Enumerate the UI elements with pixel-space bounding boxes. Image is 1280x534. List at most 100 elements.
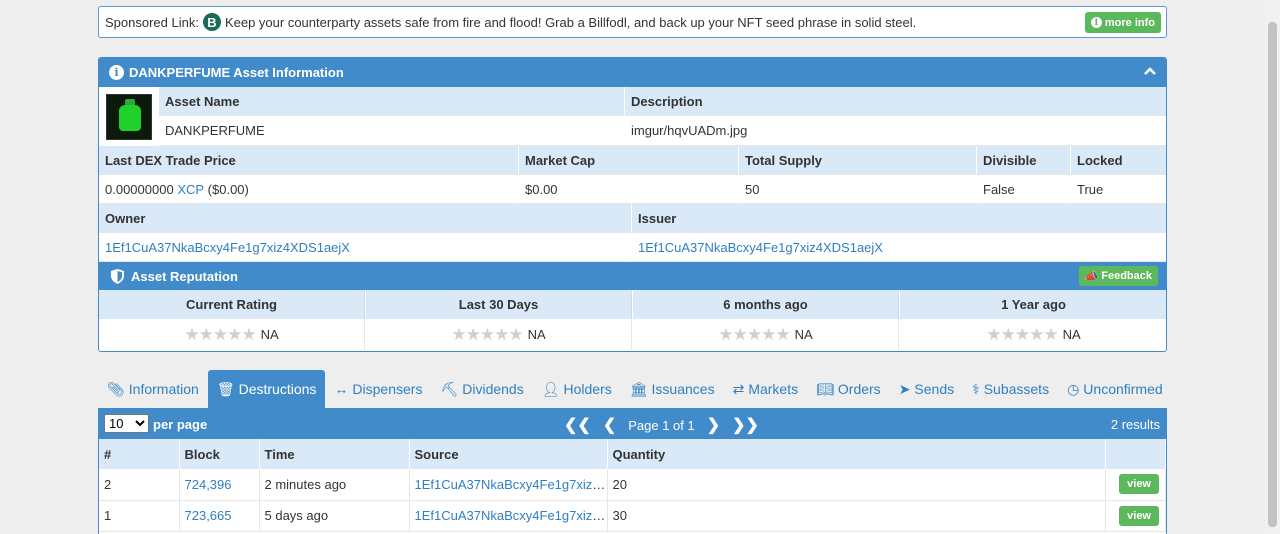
owner-address-link[interactable]: 1Ef1CuA37NkaBcxy4Fe1g7xiz4XDS1aejX <box>105 240 350 255</box>
per-page-label: per page <box>153 417 208 432</box>
locked-label: Locked <box>1071 146 1166 175</box>
market-cap-value: $0.00 <box>519 175 739 204</box>
rating-column-label: Last 30 Days <box>366 290 632 319</box>
feedback-button[interactable]: 📣 Feedback <box>1078 266 1158 286</box>
tab-dividends[interactable]: ⛏︎ Dividends <box>431 370 532 408</box>
tab-label: Issuances <box>651 381 715 397</box>
rating-column: Current Rating ★★★★★ NA <box>99 290 366 350</box>
arrows-horizontal-icon: ↔ <box>334 381 349 397</box>
next-page-icon[interactable]: ❯ <box>707 415 720 435</box>
paperclip-icon: 📎︎ <box>107 380 125 397</box>
page-indicator: Page 1 of 1 <box>628 417 695 433</box>
col-header-quantity: Quantity <box>607 439 1106 469</box>
rating-value: NA <box>527 327 546 342</box>
rating-column: 6 months ago ★★★★★ NA <box>633 290 900 350</box>
view-button[interactable]: view <box>1119 505 1159 526</box>
destructions-panel: 10 per page ❮❮ ❮ Page 1 of 1 ❯ ❯❯ 2 resu… <box>98 408 1167 534</box>
bank-icon: 🏛︎ <box>629 380 648 397</box>
tab-holders[interactable]: 👤︎ Holders <box>533 370 621 408</box>
asset-panel-title: DANKPERFUME Asset Information <box>129 65 344 80</box>
col-header-source: Source <box>409 439 608 469</box>
total-supply-value: 50 <box>739 175 977 204</box>
tab-destructions[interactable]: 🗑︎ Destructions <box>207 370 326 408</box>
row-quantity: 20 <box>607 469 1106 501</box>
per-page-select[interactable]: 10 <box>104 414 149 433</box>
source-address-link[interactable]: 1Ef1CuA37NkaBcxy4Fe1g7xiz4XDS1aejX <box>415 477 607 492</box>
tab-sends[interactable]: ➤ Sends <box>890 370 963 408</box>
row-number: 2 <box>99 469 180 501</box>
block-link[interactable]: 724,396 <box>185 477 232 492</box>
tab-label: Destructions <box>238 381 317 397</box>
destructions-table: # Block Time Source Quantity 2 724,396 2… <box>99 439 1166 532</box>
row-quantity: 30 <box>607 500 1106 532</box>
table-row: 2 724,396 2 minutes ago 1Ef1CuA37NkaBcxy… <box>99 469 1166 501</box>
rating-column-label: 1 Year ago <box>900 290 1166 319</box>
results-count: 2 results <box>1110 417 1160 432</box>
tab-issuances[interactable]: 🏛︎ Issuances <box>621 370 724 408</box>
tab-unconfirmed[interactable]: ◷︎ Unconfirmed <box>1058 370 1172 408</box>
rating-column-label: Current Rating <box>99 290 365 319</box>
rating-value: NA <box>794 327 813 342</box>
shield-icon <box>111 268 124 284</box>
tab-label: Information <box>128 381 199 397</box>
asset-name-value: DANKPERFUME <box>159 116 625 146</box>
rating-column-label: 6 months ago <box>633 290 899 319</box>
prev-page-icon[interactable]: ❮ <box>603 415 616 435</box>
asset-thumbnail[interactable] <box>106 94 152 140</box>
scrollbar-thumb[interactable] <box>1268 22 1277 527</box>
star-rating-icon: ★★★★★ <box>986 324 1058 344</box>
divisible-value: False <box>977 175 1071 204</box>
tab-label: Unconfirmed <box>1083 381 1163 397</box>
rating-value: NA <box>1062 327 1081 342</box>
asset-panel-header: i DANKPERFUME Asset Information <box>99 58 1166 87</box>
exchange-icon: ⇄ <box>732 380 745 397</box>
info-icon: i <box>109 65 124 80</box>
first-page-icon[interactable]: ❮❮ <box>564 415 591 435</box>
block-link[interactable]: 723,665 <box>185 508 232 523</box>
tab-markets[interactable]: ⇄ Markets <box>724 370 808 408</box>
book-icon: 📖︎ <box>816 380 834 397</box>
tab-orders[interactable]: 📖︎ Orders <box>807 370 890 408</box>
last-page-icon[interactable]: ❯❯ <box>732 415 759 435</box>
market-cap-label: Market Cap <box>519 146 739 175</box>
page-scrollbar[interactable] <box>1265 0 1280 534</box>
issuer-address-link[interactable]: 1Ef1CuA37NkaBcxy4Fe1g7xiz4XDS1aejX <box>638 240 883 255</box>
row-number: 1 <box>99 500 180 532</box>
source-address-link[interactable]: 1Ef1CuA37NkaBcxy4Fe1g7xiz4XDS1aejX <box>415 508 607 523</box>
sponsor-prefix: Sponsored Link: <box>105 14 199 30</box>
col-header-number: # <box>99 439 180 469</box>
info-icon: i <box>1090 17 1102 28</box>
view-button[interactable]: view <box>1119 474 1159 495</box>
total-supply-label: Total Supply <box>739 146 977 175</box>
reputation-title: Asset Reputation <box>131 268 238 284</box>
tab-dispensers[interactable]: ↔ Dispensers <box>325 370 431 408</box>
asset-name-label: Asset Name <box>159 87 625 116</box>
tab-label: Dividends <box>462 381 524 397</box>
col-header-time: Time <box>259 439 410 469</box>
asset-tabs: 📎︎ Information 🗑︎ Destructions ↔ Dispensers… <box>98 370 1172 408</box>
tab-label: Orders <box>837 381 881 397</box>
row-time: 2 minutes ago <box>259 469 410 501</box>
rating-column: 1 Year ago ★★★★★ NA <box>900 290 1166 350</box>
price-amount: 0.00000000 <box>105 181 174 197</box>
star-rating-icon: ★★★★★ <box>451 324 523 344</box>
paper-plane-icon: ➤ <box>898 380 911 397</box>
more-info-button[interactable]: i more info <box>1084 12 1161 33</box>
col-header-block: Block <box>179 439 260 469</box>
tab-information[interactable]: 📎︎ Information <box>98 370 208 408</box>
tab-label: Sends <box>914 381 955 397</box>
col-header-actions <box>1105 439 1166 469</box>
subasset-icon: ⚕︎ <box>972 380 980 397</box>
collapse-chevron-up-icon[interactable] <box>1144 64 1156 79</box>
description-value: imgur/hqvUADm.jpg <box>625 116 1166 146</box>
rating-value: NA <box>260 327 279 342</box>
divisible-label: Divisible <box>977 146 1071 175</box>
owner-label: Owner <box>99 204 632 233</box>
row-time: 5 days ago <box>259 500 410 532</box>
xcp-link[interactable]: XCP <box>177 182 204 197</box>
locked-value: True <box>1071 175 1166 204</box>
asset-reputation-header: Asset Reputation 📣 Feedback <box>99 262 1166 290</box>
tab-label: Holders <box>563 381 612 397</box>
asset-info-panel: i DANKPERFUME Asset Information Asset Na… <box>98 57 1167 352</box>
tab-subassets[interactable]: ⚕︎ Subassets <box>963 370 1058 408</box>
